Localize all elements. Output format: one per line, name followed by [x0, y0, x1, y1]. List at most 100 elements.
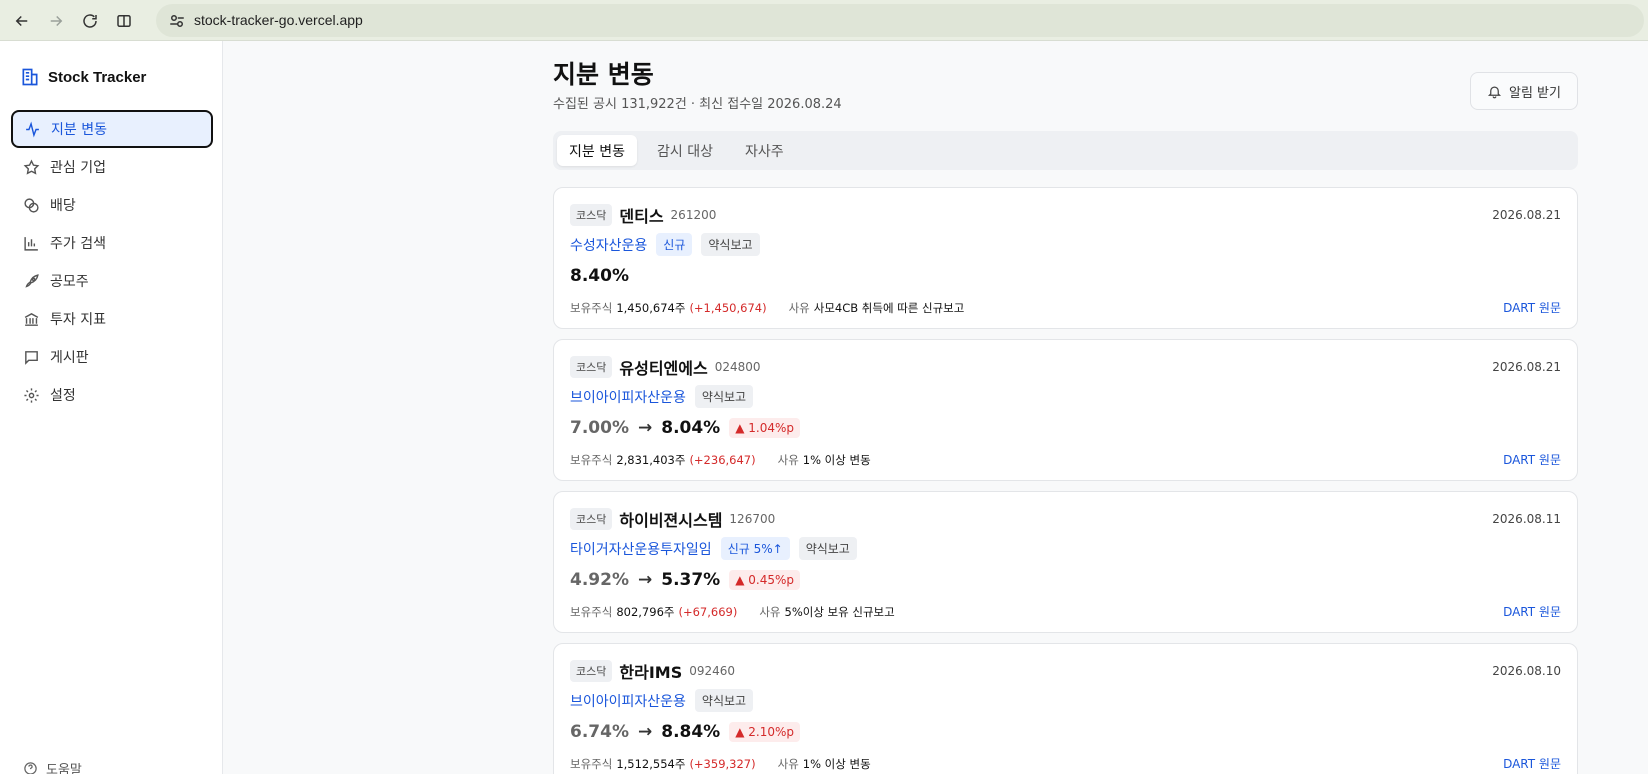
- reason-label: 사유: [788, 301, 810, 315]
- rocket-icon: [25, 273, 39, 288]
- brand[interactable]: Stock Tracker: [20, 67, 146, 87]
- holder-link[interactable]: 브이아이피자산운용: [570, 691, 686, 711]
- arrow-left-icon: [15, 15, 28, 27]
- dart-link[interactable]: DART 원문: [1503, 755, 1561, 772]
- browser-toolbar: stock-tracker-go.vercel.app: [0, 0, 1648, 41]
- reason-value: 5%이상 보유 신규보고: [784, 605, 895, 619]
- bank-icon: [24, 312, 39, 326]
- building-icon: [22, 68, 38, 86]
- filing-date: 2026.08.21: [1492, 208, 1561, 222]
- sidebar-item-indicators[interactable]: 투자 지표: [11, 300, 213, 338]
- reload-icon: [83, 14, 97, 28]
- change-arrow: →: [637, 418, 653, 438]
- report-type-badge: 약식보고: [694, 385, 754, 408]
- holder-link[interactable]: 브이아이피자산운용: [570, 387, 686, 407]
- disclosure-card[interactable]: 코스닥 유성티엔에스 024800 2026.08.21 브이아이피자산운용 약…: [553, 339, 1578, 481]
- stock-code: 024800: [714, 360, 761, 374]
- holder-link[interactable]: 타이거자산운용투자일임: [570, 539, 712, 559]
- shares-value: 2,831,403주: [616, 453, 686, 467]
- sidebar-item-label: 배당: [50, 198, 76, 214]
- sidebar-item-label: 설정: [50, 388, 76, 404]
- back-button[interactable]: [9, 8, 35, 34]
- main-content: 지분 변동 수집된 공시 131,922건 · 최신 접수일 2026.08.2…: [224, 41, 1648, 774]
- brand-name: Stock Tracker: [48, 68, 147, 86]
- market-badge: 코스닥: [570, 204, 613, 226]
- help-link[interactable]: 도움말: [23, 759, 82, 774]
- star-icon: [23, 159, 40, 175]
- subscribe-alert-button[interactable]: 알림 받기: [1470, 72, 1578, 110]
- address-bar[interactable]: stock-tracker-go.vercel.app: [156, 4, 1644, 37]
- disclosure-card[interactable]: 코스닥 하이비젼시스템 126700 2026.08.11 타이거자산운용투자일…: [553, 491, 1578, 633]
- dart-link[interactable]: DART 원문: [1503, 451, 1561, 468]
- company-name[interactable]: 유성티엔에스: [619, 355, 707, 379]
- sidebar-item-label: 주가 검색: [50, 236, 106, 252]
- sidebar: Stock Tracker 지분 변동 관심 기업 배당 주가 검색 공모주 투…: [0, 41, 223, 774]
- shares-value: 1,512,554주: [616, 757, 686, 771]
- site-settings-icon[interactable]: [168, 12, 186, 30]
- tab-watch-targets[interactable]: 감시 대상: [645, 135, 725, 166]
- reason-label: 사유: [759, 605, 781, 619]
- sidebar-item-watchlist[interactable]: 관심 기업: [11, 148, 213, 186]
- reload-button[interactable]: [77, 8, 103, 34]
- reason-value: 사모4CB 취득에 따른 신규보고: [813, 301, 965, 315]
- sidebar-nav: 지분 변동 관심 기업 배당 주가 검색 공모주 투자 지표 게시판 설정: [11, 110, 213, 414]
- report-type-badge: 약식보고: [798, 537, 857, 560]
- company-name[interactable]: 하이비젼시스템: [619, 507, 722, 531]
- sidebar-item-ipo[interactable]: 공모주: [11, 262, 213, 300]
- tab-ownership-changes[interactable]: 지분 변동: [557, 135, 637, 166]
- shares-change: (+359,327): [689, 757, 756, 771]
- split-view-button[interactable]: [111, 8, 137, 34]
- shares-label: 보유주식: [570, 605, 613, 619]
- current-stake: 8.04%: [661, 418, 721, 438]
- reason-value: 1% 이상 변동: [802, 453, 871, 467]
- current-stake: 5.37%: [661, 570, 721, 590]
- stock-code: 126700: [729, 512, 776, 526]
- tab-bar: 지분 변동 감시 대상 자사주: [553, 131, 1578, 170]
- change-arrow: →: [637, 570, 653, 590]
- sidebar-item-dividends[interactable]: 배당: [11, 186, 213, 224]
- reason-label: 사유: [777, 453, 799, 467]
- sidebar-item-label: 지분 변동: [51, 122, 107, 138]
- forward-button[interactable]: [43, 8, 69, 34]
- current-stake: 8.40%: [570, 266, 629, 286]
- company-name[interactable]: 덴티스: [619, 203, 663, 227]
- bell-icon: [1487, 86, 1502, 98]
- page-title: 지분 변동: [553, 60, 654, 89]
- activity-icon: [26, 120, 39, 138]
- chart-search-icon: [24, 236, 38, 251]
- stake-delta-badge: ▲ 1.04%p: [729, 418, 800, 438]
- stake-delta-badge: ▲ 0.45%p: [729, 570, 800, 590]
- shares-change: (+1,450,674): [689, 301, 767, 315]
- market-badge: 코스닥: [570, 356, 613, 378]
- sidebar-item-settings[interactable]: 설정: [11, 376, 213, 414]
- url-text[interactable]: stock-tracker-go.vercel.app: [194, 12, 363, 28]
- split-view-icon: [117, 15, 131, 27]
- disclosure-card[interactable]: 코스닥 덴티스 261200 2026.08.21 수성자산운용 신규 약식보고…: [553, 187, 1578, 329]
- message-square-icon: [25, 350, 38, 365]
- tab-treasury-stock[interactable]: 자사주: [733, 135, 796, 166]
- page-subtitle: 수집된 공시 131,922건 · 최신 접수일 2026.08.24: [553, 97, 842, 112]
- sidebar-item-label: 투자 지표: [50, 312, 106, 328]
- sidebar-item-board[interactable]: 게시판: [11, 338, 213, 376]
- holder-link[interactable]: 수성자산운용: [570, 235, 647, 255]
- dart-link[interactable]: DART 원문: [1503, 299, 1561, 316]
- current-stake: 8.84%: [661, 722, 721, 742]
- disclosure-card[interactable]: 코스닥 한라IMS 092460 2026.08.10 브이아이피자산운용 약식…: [553, 643, 1578, 774]
- previous-stake: 4.92%: [570, 570, 629, 590]
- previous-stake: 6.74%: [570, 722, 629, 742]
- report-type-badge: 약식보고: [694, 689, 754, 712]
- previous-stake: 7.00%: [570, 418, 629, 438]
- filing-date: 2026.08.21: [1492, 360, 1561, 374]
- shares-label: 보유주식: [570, 757, 613, 771]
- company-name[interactable]: 한라IMS: [619, 659, 682, 683]
- coins-icon: [24, 197, 39, 213]
- reason-value: 1% 이상 변동: [802, 757, 871, 771]
- shares-label: 보유주식: [570, 301, 613, 315]
- shares-label: 보유주식: [570, 453, 613, 467]
- sidebar-item-ownership-changes[interactable]: 지분 변동: [11, 110, 213, 148]
- reason-label: 사유: [777, 757, 799, 771]
- dart-link[interactable]: DART 원문: [1503, 603, 1561, 620]
- help-circle-icon: [24, 762, 37, 774]
- sidebar-item-price-search[interactable]: 주가 검색: [11, 224, 213, 262]
- new-badge: 신규 5%↑: [720, 537, 790, 560]
